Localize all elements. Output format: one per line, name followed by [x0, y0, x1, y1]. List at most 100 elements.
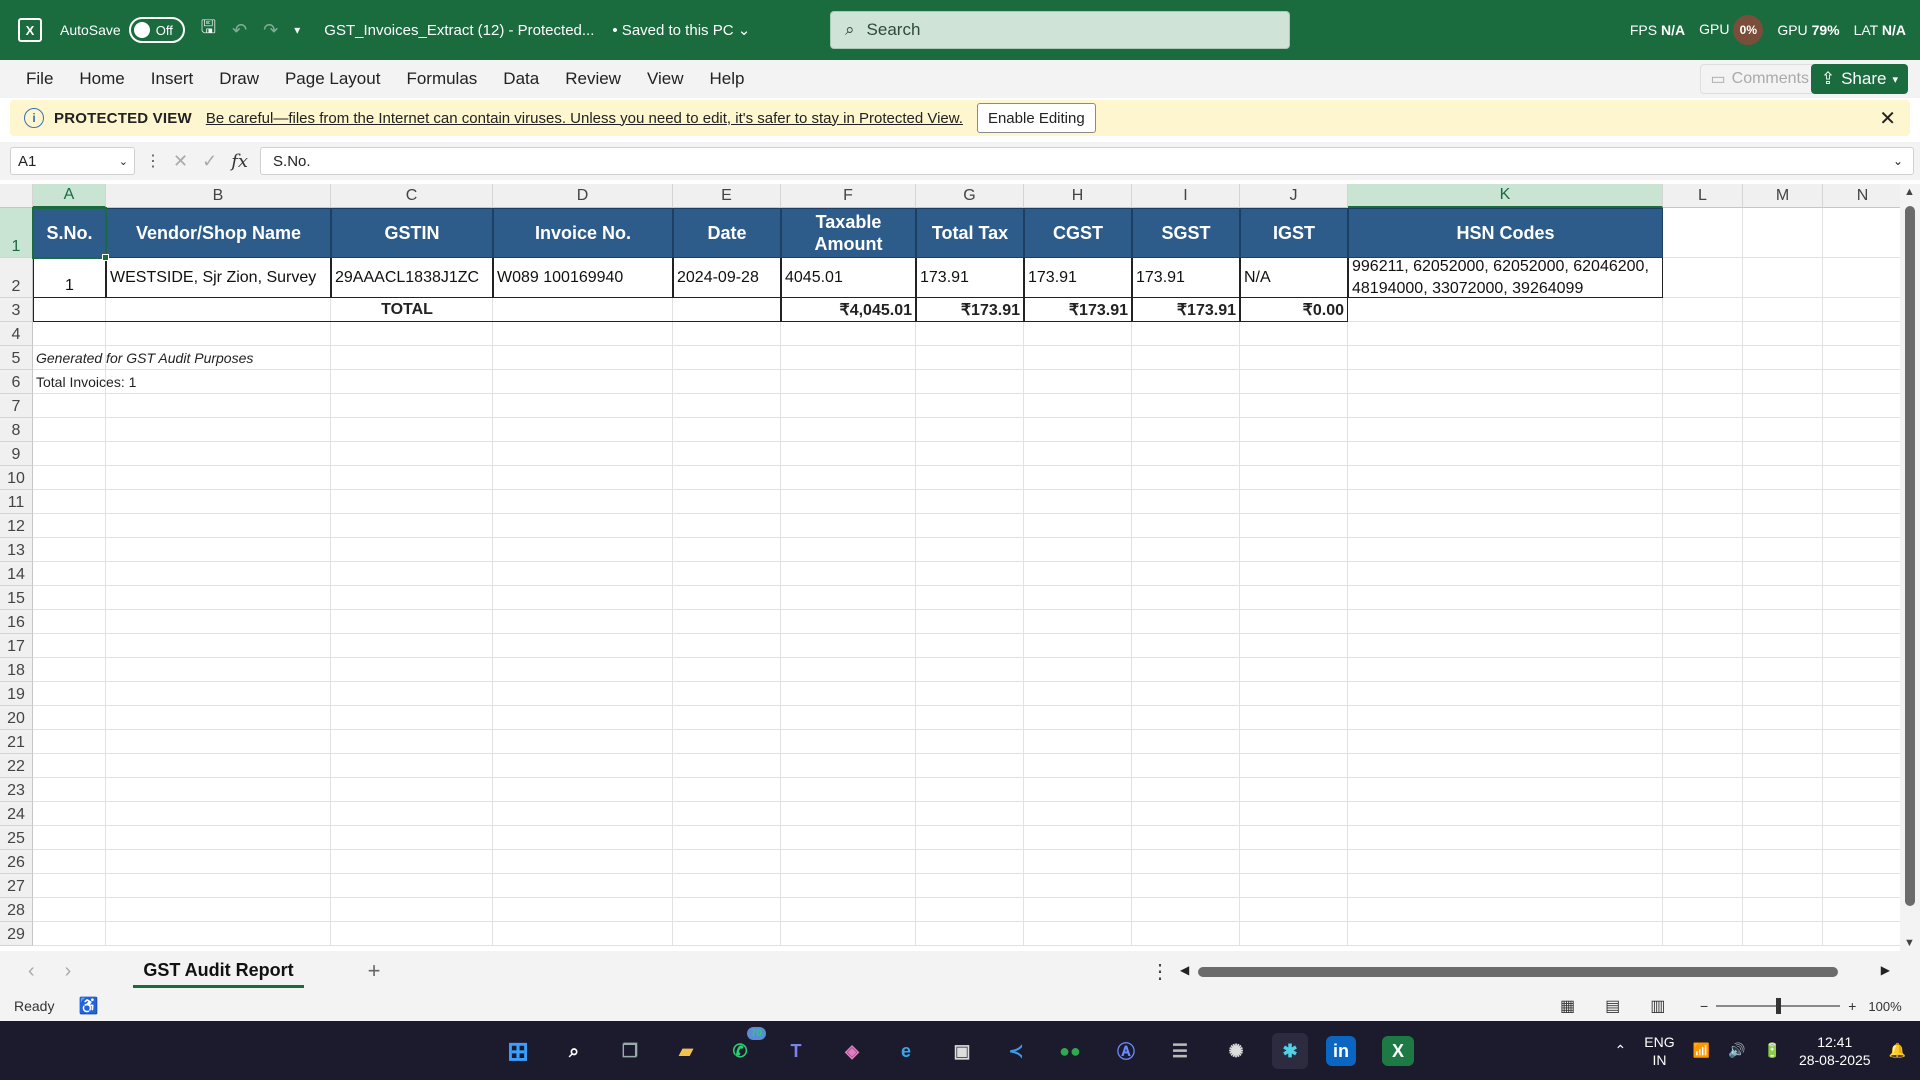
- avatar[interactable]: 0%: [1733, 15, 1764, 45]
- volume-icon[interactable]: 🔊: [1728, 1042, 1745, 1059]
- tab-view[interactable]: View: [634, 69, 697, 89]
- vscode-icon[interactable]: ≺: [998, 1033, 1034, 1069]
- protected-view-message[interactable]: Be careful—files from the Internet can c…: [206, 110, 963, 127]
- row-header-3[interactable]: 3: [0, 298, 33, 322]
- note-cell[interactable]: Generated for GST Audit Purposes: [33, 346, 673, 370]
- undo-icon[interactable]: ↶: [232, 20, 247, 41]
- app-lines-icon[interactable]: ☰: [1162, 1033, 1198, 1069]
- search-icon[interactable]: ⌕: [556, 1033, 592, 1069]
- row-header-15[interactable]: 15: [0, 586, 33, 610]
- battery-icon[interactable]: 🔋: [1764, 1042, 1781, 1059]
- app-active-icon[interactable]: ✱: [1272, 1033, 1308, 1069]
- chatgpt-icon[interactable]: ✺: [1218, 1033, 1254, 1069]
- header-cell[interactable]: GSTIN: [331, 208, 493, 258]
- insert-function-icon[interactable]: fx: [231, 151, 248, 172]
- column-header-f[interactable]: F: [781, 184, 916, 208]
- data-cell-sgst[interactable]: 173.91: [1132, 258, 1240, 298]
- total-cell-igst[interactable]: ₹0.00: [1240, 298, 1348, 322]
- file-explorer-icon[interactable]: ▰: [668, 1033, 704, 1069]
- header-cell[interactable]: CGST: [1024, 208, 1132, 258]
- tab-file[interactable]: File: [0, 69, 66, 89]
- notification-icon[interactable]: 🔔: [1889, 1042, 1906, 1059]
- add-sheet-icon[interactable]: +: [368, 958, 381, 984]
- clock[interactable]: 12:41 28-08-2025: [1799, 1033, 1871, 1069]
- data-cell-gstin[interactable]: 29AAACL1838J1ZC: [331, 258, 493, 298]
- scroll-thumb[interactable]: [1905, 206, 1915, 906]
- tab-draw[interactable]: Draw: [206, 69, 272, 89]
- data-cell-invoice-no[interactable]: W089 100169940: [493, 258, 673, 298]
- row-header-7[interactable]: 7: [0, 394, 33, 418]
- column-header-m[interactable]: M: [1743, 184, 1823, 208]
- data-cell-hsn[interactable]: 996211, 62052000, 62052000, 62046200, 48…: [1348, 258, 1663, 298]
- vertical-scrollbar[interactable]: ▲ ▼: [1900, 184, 1920, 951]
- save-status[interactable]: • Saved to this PC ⌄: [612, 21, 750, 39]
- column-header-j[interactable]: J: [1240, 184, 1348, 208]
- expand-formula-icon[interactable]: ⌄: [1893, 154, 1903, 168]
- row-header-16[interactable]: 16: [0, 610, 33, 634]
- header-cell[interactable]: SGST: [1132, 208, 1240, 258]
- row-header-11[interactable]: 11: [0, 490, 33, 514]
- header-cell[interactable]: Total Tax: [916, 208, 1024, 258]
- cancel-icon[interactable]: ✕: [173, 151, 188, 172]
- horizontal-scrollbar[interactable]: ◀ ▶: [1180, 961, 1890, 981]
- row-header-26[interactable]: 26: [0, 850, 33, 874]
- data-cell-sno[interactable]: 1: [33, 258, 106, 298]
- row-header-19[interactable]: 19: [0, 682, 33, 706]
- total-label-cell[interactable]: TOTAL: [33, 298, 781, 322]
- copilot-icon[interactable]: ◈: [834, 1033, 870, 1069]
- task-view-icon[interactable]: ❐: [612, 1033, 648, 1069]
- sheet-tab-gst-audit-report[interactable]: GST Audit Report: [133, 954, 304, 988]
- autosave-toggle[interactable]: Off: [128, 17, 185, 43]
- row-header-17[interactable]: 17: [0, 634, 33, 658]
- sheet-options-icon[interactable]: ⋮: [1150, 959, 1170, 984]
- row-header-12[interactable]: 12: [0, 514, 33, 538]
- total-cell-cgst[interactable]: ₹173.91: [1024, 298, 1132, 322]
- row-header-22[interactable]: 22: [0, 754, 33, 778]
- row-header-4[interactable]: 4: [0, 322, 33, 346]
- total-cell-sgst[interactable]: ₹173.91: [1132, 298, 1240, 322]
- row-header-14[interactable]: 14: [0, 562, 33, 586]
- row-header-20[interactable]: 20: [0, 706, 33, 730]
- customize-qat-icon[interactable]: ▾: [294, 23, 300, 37]
- column-header-i[interactable]: I: [1132, 184, 1240, 208]
- excel-taskbar-icon[interactable]: X: [1382, 1036, 1414, 1066]
- formula-input[interactable]: S.No. ⌄: [260, 147, 1914, 175]
- data-cell-vendor[interactable]: WESTSIDE, Sjr Zion, Survey: [106, 258, 331, 298]
- row-header-5[interactable]: 5: [0, 346, 33, 370]
- row-header-2[interactable]: 2: [0, 258, 33, 298]
- page-layout-view-icon[interactable]: ▤: [1605, 996, 1620, 1016]
- name-box[interactable]: A1 ⌄: [10, 147, 135, 175]
- column-header-d[interactable]: D: [493, 184, 673, 208]
- save-icon[interactable]: 🖫: [201, 15, 216, 45]
- tab-insert[interactable]: Insert: [138, 69, 207, 89]
- total-cell-total-tax[interactable]: ₹173.91: [916, 298, 1024, 322]
- row-header-8[interactable]: 8: [0, 418, 33, 442]
- normal-view-icon[interactable]: ▦: [1560, 996, 1575, 1016]
- header-cell[interactable]: Taxable Amount: [781, 208, 916, 258]
- row-header-23[interactable]: 23: [0, 778, 33, 802]
- windows-start-icon[interactable]: ⊞: [500, 1033, 536, 1069]
- comments-button[interactable]: ▭ Comments: [1699, 64, 1820, 94]
- scroll-right-icon[interactable]: ▶: [1881, 963, 1890, 977]
- store-icon[interactable]: ▣: [944, 1033, 980, 1069]
- tab-review[interactable]: Review: [552, 69, 634, 89]
- scroll-up-icon[interactable]: ▲: [1904, 186, 1915, 198]
- data-cell-cgst[interactable]: 173.91: [1024, 258, 1132, 298]
- header-cell[interactable]: HSN Codes: [1348, 208, 1663, 258]
- note-cell[interactable]: Total Invoices: 1: [33, 370, 673, 394]
- data-cell-igst[interactable]: N/A: [1240, 258, 1348, 298]
- close-icon[interactable]: ✕: [1879, 106, 1896, 131]
- enable-editing-button[interactable]: Enable Editing: [976, 103, 1096, 133]
- row-header-21[interactable]: 21: [0, 730, 33, 754]
- row-header-24[interactable]: 24: [0, 802, 33, 826]
- fill-handle[interactable]: [102, 254, 109, 261]
- row-header-9[interactable]: 9: [0, 442, 33, 466]
- column-header-b[interactable]: B: [106, 184, 331, 208]
- scroll-left-icon[interactable]: ◀: [1180, 963, 1189, 977]
- page-break-view-icon[interactable]: ▥: [1650, 996, 1665, 1016]
- wifi-icon[interactable]: 📶: [1693, 1042, 1710, 1059]
- data-cell-taxable[interactable]: 4045.01: [781, 258, 916, 298]
- scroll-down-icon[interactable]: ▼: [1904, 937, 1915, 949]
- more-icon[interactable]: ⋮: [145, 151, 161, 171]
- chevron-up-icon[interactable]: ⌃: [1615, 1042, 1627, 1059]
